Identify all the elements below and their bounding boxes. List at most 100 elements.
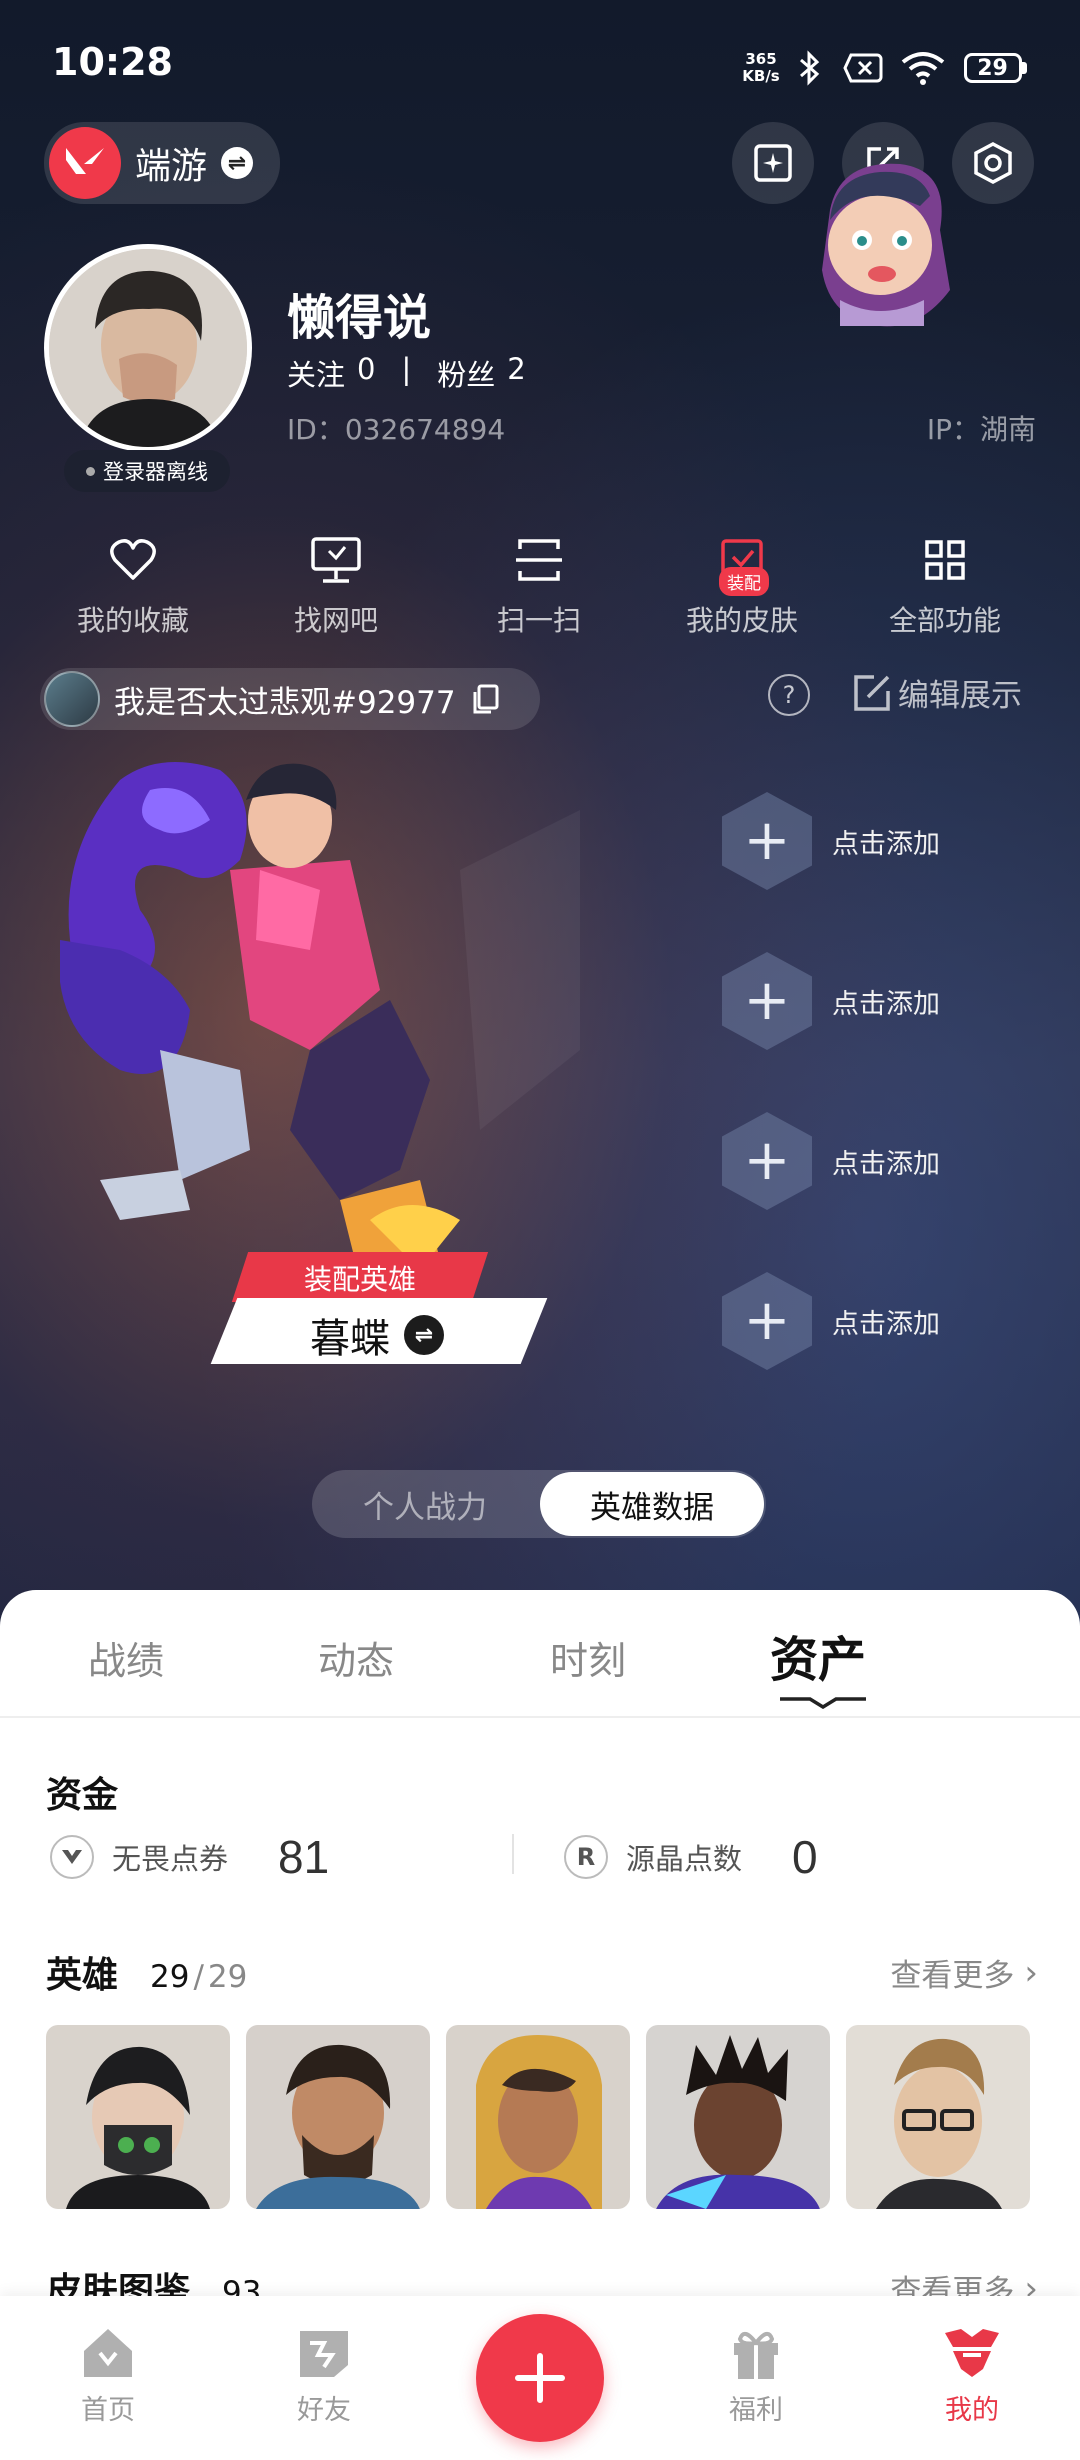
nav-label: 好友 <box>297 2395 351 2426</box>
switch-hero-icon[interactable]: ⇌ <box>404 1315 444 1355</box>
hero-thumb[interactable] <box>846 2025 1030 2209</box>
spray-sticker[interactable] <box>800 150 970 340</box>
funds-divider <box>512 1834 514 1874</box>
home-icon <box>84 2329 132 2377</box>
username: 懒得说 <box>287 290 432 346</box>
bluetooth-icon <box>790 48 830 88</box>
plus-icon: + <box>722 952 812 1050</box>
monitor-icon <box>311 537 361 583</box>
heroes-more-label: 查看更多 <box>890 1958 1015 1994</box>
funds-label: 无畏点券 <box>112 1842 229 1876</box>
heroes-total: 29 <box>207 1959 248 1995</box>
tab-assets[interactable]: 资产 <box>770 1620 866 1690</box>
nav-label: 我的 <box>945 2395 999 2426</box>
copy-icon[interactable] <box>470 683 500 715</box>
riot-id: 我是否太过悲观#92977 <box>114 684 456 721</box>
login-status-text: 登录器离线 <box>103 460 208 484</box>
avatar[interactable] <box>44 244 252 452</box>
login-status-badge: 登录器离线 <box>64 450 230 492</box>
nav-friends[interactable]: 好友 <box>254 2318 394 2427</box>
quick-action-all-features[interactable]: 全部功能 <box>870 525 1020 639</box>
hero-thumb[interactable] <box>246 2025 430 2209</box>
fans-count: 2 <box>507 352 526 386</box>
heroes-header: 英雄 29 / 29 <box>46 1946 247 1998</box>
quick-action-label: 扫一扫 <box>496 604 581 637</box>
quick-action-label: 我的皮肤 <box>685 604 798 637</box>
tab-feed[interactable]: 动态 <box>318 1630 394 1685</box>
funds-title: 资金 <box>46 1775 119 1816</box>
tab-record[interactable]: 战绩 <box>88 1630 164 1685</box>
quick-action-favorites[interactable]: 我的收藏 <box>58 525 208 639</box>
heroes-more-link[interactable]: 查看更多 › <box>890 1950 1038 1995</box>
add-slot[interactable]: + 点击添加 <box>722 1272 940 1370</box>
quick-action-label: 我的收藏 <box>76 604 189 637</box>
plus-icon: + <box>722 1272 812 1370</box>
radianite-points-icon: R <box>564 1835 608 1879</box>
net-speed-unit: KB/s <box>742 67 780 85</box>
help-icon[interactable]: ? <box>768 674 810 716</box>
funds-label: 源晶点数 <box>626 1842 743 1876</box>
hero-thumb[interactable] <box>46 2025 230 2209</box>
toggle-personal-power[interactable]: 个人战力 <box>312 1470 538 1538</box>
heroes-slash: / <box>193 1959 204 1995</box>
nav-home[interactable]: 首页 <box>38 2318 178 2427</box>
plus-icon: + <box>722 792 812 890</box>
plus-icon: + <box>722 1112 812 1210</box>
quick-action-label: 全部功能 <box>888 604 1001 637</box>
quick-action-find-cafe[interactable]: 找网吧 <box>261 525 411 639</box>
gear-icon <box>974 142 1012 184</box>
nav-label: 首页 <box>81 2395 135 2426</box>
edit-display-button[interactable]: 编辑展示 <box>852 670 1022 715</box>
follow-label[interactable]: 关注 <box>287 352 345 394</box>
battery-level: 29 <box>963 53 1022 83</box>
funds-item-vp[interactable]: 无畏点券 81 <box>50 1830 329 1884</box>
hero-thumb[interactable] <box>646 2025 830 2209</box>
hero-thumb[interactable] <box>446 2025 630 2209</box>
nav-create-button[interactable] <box>476 2314 604 2442</box>
heroes-title: 英雄 <box>46 1955 119 1996</box>
net-speed-value: 365 <box>745 50 777 68</box>
sparkle-card-icon <box>754 144 792 182</box>
follow-stats: 关注 0 | 粉丝 2 <box>287 352 526 394</box>
nav-me[interactable]: 我的 <box>902 2318 1042 2427</box>
friends-icon <box>300 2331 348 2377</box>
add-slot-label: 点击添加 <box>832 1148 940 1180</box>
nav-benefits[interactable]: 福利 <box>686 2318 826 2427</box>
add-slot[interactable]: + 点击添加 <box>722 792 940 890</box>
funds-item-rp[interactable]: R 源晶点数 0 <box>564 1830 818 1884</box>
quick-action-my-skins[interactable]: 装配 我的皮肤 <box>667 525 817 639</box>
valorant-logo-icon <box>49 127 121 199</box>
toggle-hero-data[interactable]: 英雄数据 <box>540 1472 764 1536</box>
gift-icon <box>734 2331 778 2379</box>
quick-action-scan[interactable]: 扫一扫 <box>464 525 614 639</box>
equip-badge: 装配 <box>719 567 769 596</box>
add-slot[interactable]: + 点击添加 <box>722 952 940 1050</box>
user-id: ID：032674894 <box>287 413 506 446</box>
follow-count: 0 <box>357 352 376 386</box>
tab-moments[interactable]: 时刻 <box>550 1630 626 1685</box>
stats-separator: | <box>401 352 412 386</box>
edit-icon <box>854 674 890 711</box>
valorant-points-icon <box>50 1835 94 1879</box>
active-tab-indicator <box>780 1694 866 1710</box>
quick-action-label: 找网吧 <box>293 604 378 637</box>
heart-icon <box>110 539 156 580</box>
edit-display-label: 编辑展示 <box>898 678 1022 714</box>
hero-name-row[interactable]: 暮蝶 ⇌ <box>310 1306 444 1364</box>
riot-id-chip[interactable]: 我是否太过悲观#92977 <box>40 668 540 730</box>
player-card-icon <box>44 671 100 727</box>
wifi-icon <box>896 48 950 88</box>
no-sim-icon <box>840 48 886 88</box>
nav-label: 福利 <box>729 2395 783 2426</box>
add-slot-label: 点击添加 <box>832 828 940 860</box>
fans-label[interactable]: 粉丝 <box>437 352 495 394</box>
add-slot[interactable]: + 点击添加 <box>722 1112 940 1210</box>
game-name: 端游 <box>135 146 208 187</box>
chevron-right-icon: › <box>1024 1952 1038 1993</box>
switch-icon: ⇌ <box>221 147 254 179</box>
funds-value: 81 <box>278 1831 330 1883</box>
equipped-hero-tag: 装配英雄 <box>303 1263 416 1296</box>
tab-divider <box>0 1716 1080 1718</box>
add-slot-label: 点击添加 <box>832 988 940 1020</box>
game-switcher[interactable]: 端游 ⇌ <box>44 122 280 204</box>
